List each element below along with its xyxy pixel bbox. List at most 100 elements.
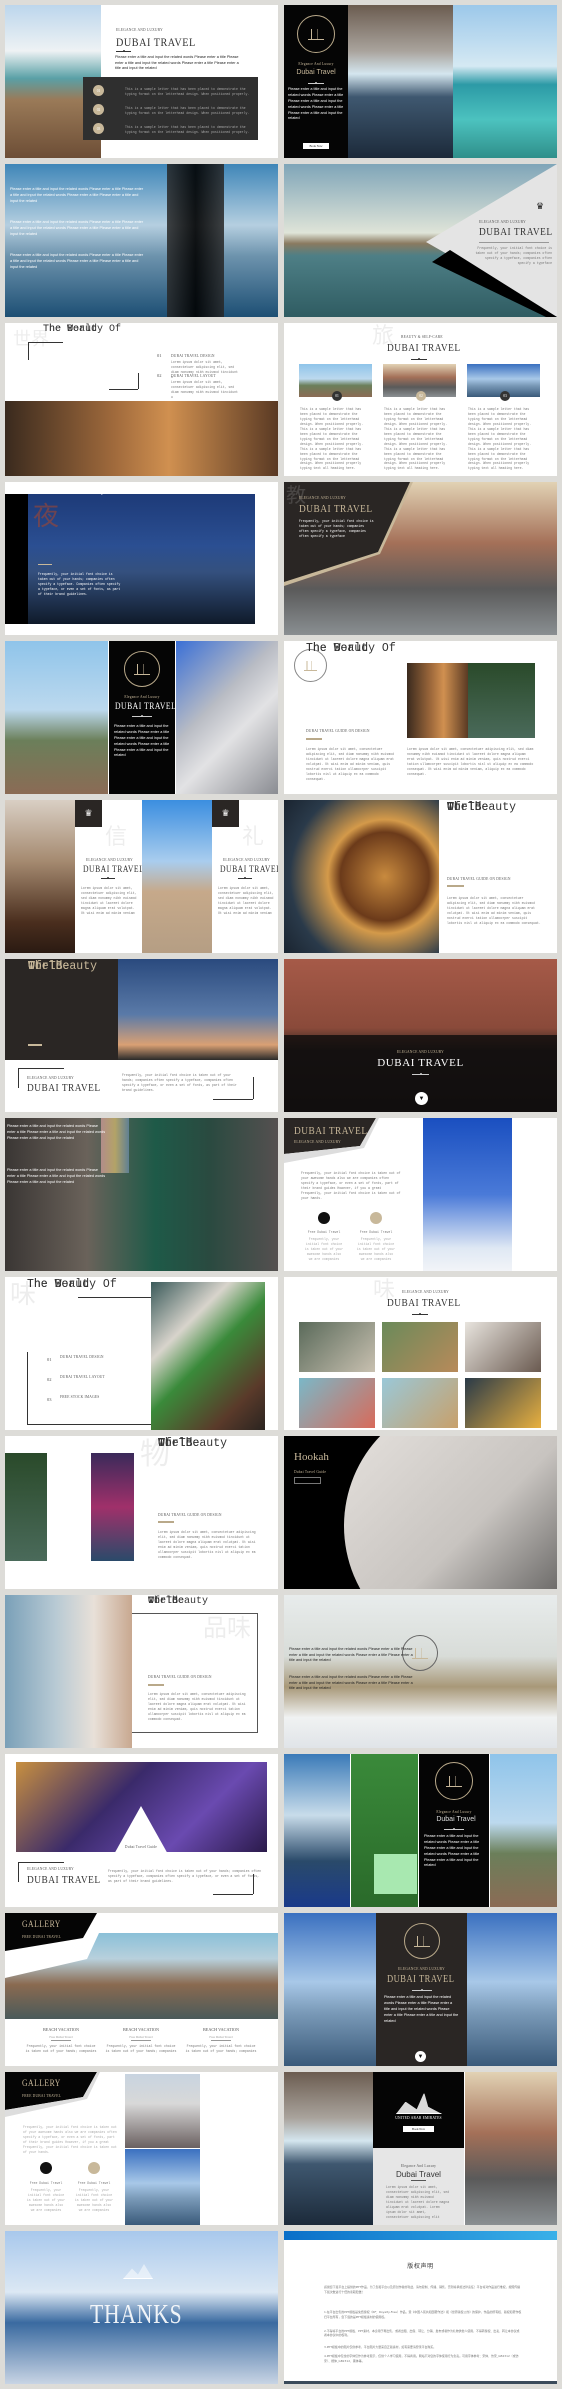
- feature-text: Frequently, your initial font choice is …: [304, 1237, 344, 1261]
- slide-thumbnail-5[interactable]: 世界 The Beauty Of The World 01 DUBAI TRAVEL D…: [5, 323, 278, 476]
- slide-thumbnail-3[interactable]: Please enter a title and input the relat…: [5, 164, 278, 317]
- slide-thumbnail-6[interactable]: 旅 BEAUTY & SELF-CARE DUBAI TRAVEL 01 This is…: [284, 323, 557, 476]
- slide-thumbnail-9[interactable]: Elegance And Luxury DUBAI TRAVEL Please en…: [5, 641, 278, 794]
- description: Frequently, your initial font choice is …: [301, 1171, 401, 1200]
- photo: [490, 1754, 557, 1907]
- lightbulb-icon: [370, 1212, 382, 1224]
- line: [109, 389, 138, 390]
- number-badge: 01: [332, 391, 342, 401]
- slide-thumbnail-21[interactable]: 品味 The Beauty Of The World DUBAI TRAVEL GUID…: [5, 1595, 278, 1748]
- slide-thumbnail-11[interactable]: ♛ 信 ELEGANCE AND LUXURY DUBAI TRAVEL Lorem i…: [5, 800, 278, 953]
- accent-bar: [306, 738, 322, 740]
- slide-thumbnail-27[interactable]: GALLERY FREE DUBAI TRAVEL Frequently, your…: [5, 2072, 278, 2225]
- slide-thumbnail-1[interactable]: ELEGANCE AND LUXURY DUBAI TRAVEL Please en…: [5, 5, 278, 158]
- feature-label: Free Dubai Travel: [307, 1230, 341, 1234]
- slide-thumbnail-29[interactable]: THANKS: [5, 2231, 278, 2384]
- line: [18, 1068, 64, 1069]
- underline: [479, 242, 549, 243]
- eyebrow: ELEGANCE AND LUXURY: [299, 496, 346, 500]
- line: [28, 342, 63, 343]
- line: [213, 1099, 253, 1100]
- slide-thumbnail-25[interactable]: GALLERY FREE DUBAI TRAVEL BEACH VACATION Fr…: [5, 1913, 278, 2066]
- slide-thumbnail-28[interactable]: UNITED ARAB EMIRATES Book Now Elegance And…: [284, 2072, 557, 2225]
- slide-thumbnail-13[interactable]: The Beauty Of The World ELEGANCE AND LUXURY…: [5, 959, 278, 1112]
- slide-thumbnail-23[interactable]: Dubai Travel Guide ELEGANCE AND LUXURY DUB…: [5, 1754, 278, 1907]
- item-label: DUBAI TRAVEL DESIGN: [171, 354, 215, 358]
- play-triangle-icon[interactable]: ▼: [415, 1092, 428, 1105]
- slide-thumbnail-2[interactable]: Elegance And Luxury Dubai Travel Please en…: [284, 5, 557, 158]
- watermark-character: 品味: [203, 1614, 251, 1642]
- line: [18, 1862, 19, 1882]
- column-heading: BEACH VACATION: [122, 2027, 160, 2032]
- paragraph: Please enter a title and input the relat…: [289, 1675, 413, 1691]
- slide-thumbnail-20[interactable]: Hookah Dubai Travel Guide: [284, 1436, 557, 1589]
- column-heading: BEACH VACATION: [202, 2027, 240, 2032]
- black-strip: [5, 494, 28, 624]
- slide-thumbnail-12[interactable]: The Beauty Of The World DUBAI TRAVEL GUIDE …: [284, 800, 557, 953]
- thanks-title: THANKS: [90, 2299, 183, 2329]
- slide-thumbnail-4[interactable]: ♛ ELEGANCE AND LUXURY DUBAI TRAVEL Frequent…: [284, 164, 557, 317]
- slide-thumbnail-18[interactable]: 味 ELEGANCE AND LUXURY DUBAI TRAVEL: [284, 1277, 557, 1430]
- slide-thumbnail-30[interactable]: 版权声明 感谢您下载平台上提供的PPT作品，为了您和平台以及原创作者的利益，请勿复…: [284, 2231, 557, 2384]
- slide-thumbnail-24[interactable]: Elegance And Luxury Dubai Travel Please en…: [284, 1754, 557, 1907]
- play-triangle-icon[interactable]: ▼: [415, 2051, 426, 2062]
- description-2: Lorem ipsum dolor sit amet, consectetuer…: [407, 747, 534, 776]
- description: Please enter a title and input the relat…: [114, 724, 170, 758]
- accent-bar: [148, 1684, 164, 1686]
- outline-button[interactable]: [294, 1477, 321, 1484]
- title: DUBAI TRAVEL: [294, 1125, 368, 1137]
- title: DUBAI TRAVEL: [479, 226, 553, 238]
- card-text: This is a sample letter that has been pl…: [384, 407, 448, 471]
- title: DUBAI TRAVEL: [220, 864, 278, 874]
- title: DUBAI TRAVEL: [377, 1057, 464, 1069]
- gallery-photo: [299, 1378, 375, 1428]
- line: [213, 1894, 253, 1895]
- slide-thumbnail-17[interactable]: 味 The Beauty Of The World 01 DUBAI TRAVEL DE…: [5, 1277, 278, 1430]
- eyebrow: ELEGANCE AND LUXURY: [402, 1290, 449, 1294]
- eyebrow: ELEGANCE AND LUXURY: [86, 858, 133, 862]
- notebook: [374, 1854, 417, 1894]
- slide-thumbnail-10[interactable]: The Beauty Of The World DUBAI TRAVEL GUIDE…: [284, 641, 557, 794]
- paragraph: 感谢您下载平台上提供的PPT作品，为了您和平台以及原创作者的利益，请勿复制、传播…: [324, 2285, 521, 2294]
- emblem-logo-icon: [297, 15, 335, 53]
- book-now-button[interactable]: Book Now: [303, 143, 329, 149]
- emblem-logo-icon: [435, 1762, 473, 1800]
- description: Lorem ipsum dolor sit amet, consectetuer…: [81, 886, 137, 915]
- subtitle: DUBAI TRAVEL GUIDE ON DESIGN: [306, 729, 370, 733]
- badge-text: Dubai Travel Guide: [124, 1845, 158, 1849]
- column-text: Frequently, your initial font choice is …: [185, 2044, 257, 2053]
- line: [18, 1862, 64, 1863]
- number-badge: 03: [500, 391, 510, 401]
- slide-thumbnail-7[interactable]: 夜.slide6 .wm{color:rgba(160,70,50,.6)}Th…: [5, 482, 278, 635]
- dark-stripe: [167, 164, 224, 317]
- slide-thumbnail-19[interactable]: 物 The Beauty Of The World DUBAI TRAVEL GUIDE…: [5, 1436, 278, 1589]
- item-label: DUBAI TRAVEL LAYOUT: [171, 374, 216, 378]
- title: Dubai Travel: [396, 2170, 441, 2179]
- photo: [465, 2072, 557, 2225]
- feature-label: Free Dubai Travel: [359, 1230, 393, 1234]
- slide-thumbnail-26[interactable]: ELEGANCE AND LUXURY DUBAI TRAVEL Please en…: [284, 1913, 557, 2066]
- slide-thumbnail-22[interactable]: Please enter a title and input the relat…: [284, 1595, 557, 1748]
- list-item-text: This is a sample letter that has been pl…: [125, 87, 250, 96]
- photo: [5, 1453, 47, 1561]
- title-line: World: [158, 1437, 193, 1450]
- photo: [453, 5, 557, 158]
- photo: [5, 800, 75, 953]
- photo: [284, 1913, 376, 2066]
- number-badge: 01: [93, 85, 104, 96]
- photo: [28, 494, 255, 624]
- number-badge: 03: [93, 123, 104, 134]
- slide-thumbnail-16[interactable]: DUBAI TRAVEL ELEGANCE AND LUXURY Frequentl…: [284, 1118, 557, 1271]
- crown-icon: ♛: [75, 800, 102, 827]
- description: Frequently, your initial font choice is …: [23, 2125, 117, 2154]
- eyebrow: Elegance And Luxury: [298, 62, 334, 66]
- slide-thumbnail-14[interactable]: ELEGANCE AND LUXURY DUBAI TRAVEL ▼: [284, 959, 557, 1112]
- book-now-button[interactable]: Book Now: [403, 2126, 434, 2132]
- line: [28, 342, 29, 360]
- item-number: 02: [47, 1377, 52, 1382]
- slide-thumbnail-8[interactable]: 教 ELEGANCE AND LUXURY DUBAI TRAVEL Frequent…: [284, 482, 557, 635]
- photo: [348, 5, 453, 158]
- eyebrow: ELEGANCE AND LUXURY: [27, 1076, 74, 1080]
- slide-thumbnail-15[interactable]: Please enter a title and input the relat…: [5, 1118, 278, 1271]
- divider-dot: [419, 1313, 421, 1316]
